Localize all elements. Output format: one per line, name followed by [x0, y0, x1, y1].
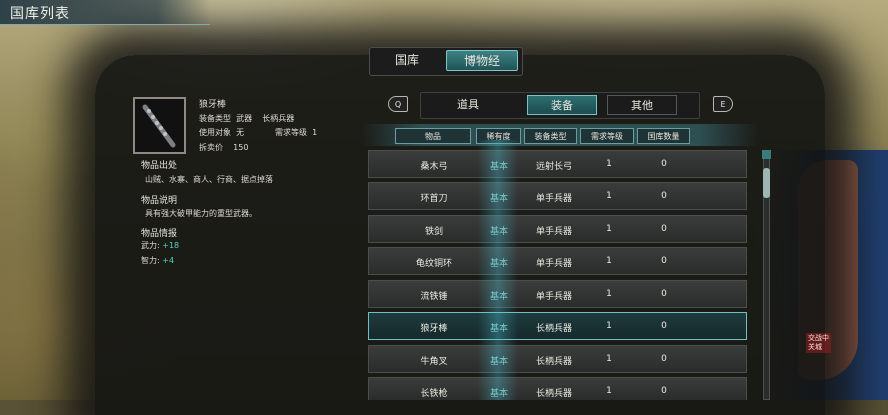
table-row[interactable]: 铁剑 基本 单手兵器 1 0 [368, 215, 747, 243]
row-req: 1 [606, 191, 612, 201]
item-req-value: 1 [312, 128, 318, 137]
tab-treasury[interactable]: 国库 [374, 50, 440, 71]
item-price-value: 150 [233, 143, 249, 152]
row-count: 0 [661, 354, 667, 364]
item-price-row: 拆卖价 150 [199, 142, 248, 153]
stat-row-intellect: 智力: +4 [141, 255, 174, 266]
tab-equipment[interactable]: 装备 [527, 95, 597, 115]
row-req: 1 [606, 354, 612, 364]
tab-museum[interactable]: 博物经 [446, 50, 518, 71]
description-text: 具有强大破甲能力的重型武器。 [145, 209, 257, 218]
scrollbar-thumb[interactable] [763, 168, 770, 198]
item-user-row: 使用对象 无 [199, 127, 244, 138]
item-req-label: 需求等级 [275, 128, 307, 137]
source-heading: 物品出处 [141, 161, 178, 171]
description-heading: 物品说明 [141, 196, 178, 206]
item-type-value: 武器 [236, 114, 253, 123]
item-type-label: 装备类型 [199, 114, 231, 123]
item-req-row: 需求等级 1 [275, 127, 317, 138]
window-title-bar: 国库列表 [0, 0, 210, 25]
window-title: 国库列表 [10, 6, 70, 22]
item-icon-spiked-club [133, 97, 186, 154]
col-header-level[interactable]: 需求等级 [580, 128, 634, 144]
source-text: 山贼、水寨、商人、行商、据点掉落 [145, 175, 273, 184]
col-header-count[interactable]: 国库数量 [637, 128, 690, 144]
stat-label-strength: 武力: [141, 241, 160, 250]
row-req: 1 [606, 224, 612, 234]
table-row[interactable]: 长铁枪 基本 长柄兵器 1 0 [368, 377, 747, 400]
table-row[interactable]: 桑木弓 基本 远射长弓 1 0 [368, 150, 747, 178]
table-row[interactable]: 流铁锤 基本 单手兵器 1 0 [368, 280, 747, 308]
row-count: 0 [661, 256, 667, 266]
col-header-item[interactable]: 物品 [395, 128, 471, 144]
stat-label-intellect: 智力: [141, 256, 160, 265]
table-row[interactable]: 龟纹铜环 基本 单手兵器 1 0 [368, 247, 747, 275]
stat-value-strength: +18 [162, 241, 180, 250]
tab-items[interactable]: 道具 [431, 95, 505, 115]
row-count: 0 [661, 289, 667, 299]
row-req: 1 [606, 159, 612, 169]
top-tab-group: 国库 博物经 [369, 47, 523, 76]
key-hint-prev[interactable]: Q [388, 96, 408, 112]
row-count: 0 [661, 321, 667, 331]
item-name: 狼牙棒 [199, 100, 227, 110]
map-badge-line1: 交战中 [808, 334, 829, 342]
item-price-label: 拆卖价 [199, 143, 223, 152]
table-row[interactable]: 牛角叉 基本 长柄兵器 1 0 [368, 345, 747, 373]
tab-other[interactable]: 其他 [607, 95, 677, 115]
row-count: 0 [661, 159, 667, 169]
category-tab-group: 道具 装备 其他 [420, 92, 700, 119]
row-count: 0 [661, 224, 667, 234]
item-user-label: 使用对象 [199, 128, 231, 137]
row-req: 1 [606, 289, 612, 299]
scroll-up-button[interactable] [762, 150, 771, 159]
item-type-row: 装备类型 武器 长柄兵器 [199, 113, 294, 124]
row-req: 1 [606, 386, 612, 396]
item-user-value: 无 [236, 128, 245, 137]
col-header-rarity[interactable]: 稀有度 [476, 128, 521, 144]
stat-value-intellect: +4 [162, 256, 175, 265]
row-req: 1 [606, 256, 612, 266]
map-badge-line2: 关城 [808, 343, 822, 351]
row-count: 0 [661, 386, 667, 396]
col-header-type[interactable]: 装备类型 [524, 128, 577, 144]
stats-heading: 物品情报 [141, 229, 178, 239]
row-req: 1 [606, 321, 612, 331]
table-row-selected[interactable]: 狼牙棒 基本 长柄兵器 1 0 [368, 312, 747, 340]
row-count: 0 [661, 191, 667, 201]
table-row[interactable]: 环首刀 基本 单手兵器 1 0 [368, 182, 747, 210]
stat-row-strength: 武力: +18 [141, 240, 179, 251]
key-hint-next[interactable]: E [713, 96, 733, 112]
item-subtype-value: 长柄兵器 [262, 114, 295, 123]
map-battle-badge[interactable]: 交战中 关城 [806, 333, 831, 353]
